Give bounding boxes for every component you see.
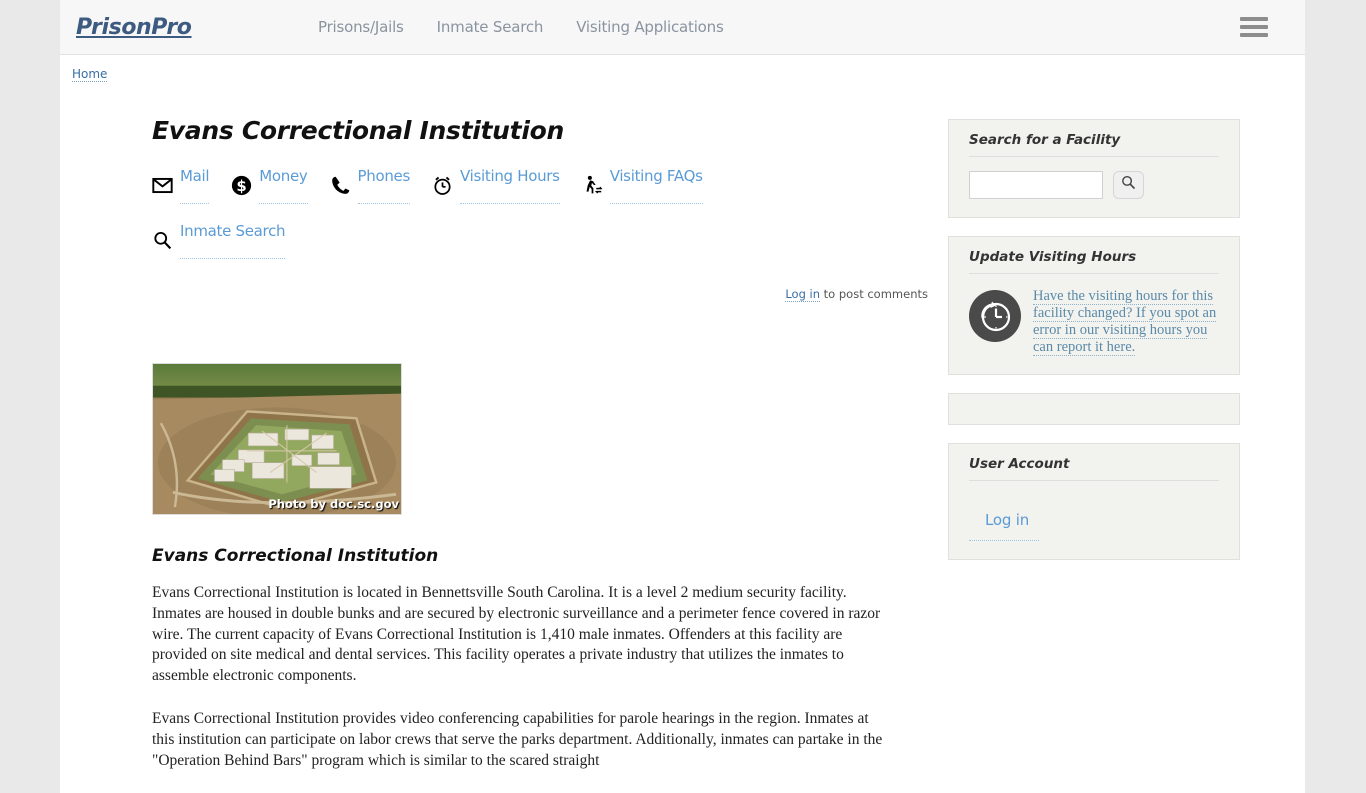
site-logo[interactable]: PrisonPro — [76, 15, 192, 40]
quick-link-label: Mail — [180, 167, 210, 204]
sidebar-user-account-title: User Account — [969, 456, 1219, 481]
sidebar-block-update-hours: Update Visiting Hours Have the visiting … — [948, 236, 1240, 375]
sidebar-block-empty — [948, 393, 1240, 425]
magnifier-icon — [152, 230, 173, 251]
facility-body-title: Evans Correctional Institution — [152, 546, 439, 566]
sidebar-block-user-account: User Account Log in — [948, 443, 1240, 560]
alarm-clock-icon — [432, 175, 453, 196]
nav-item-visiting-applications[interactable]: Visiting Applications — [576, 18, 724, 36]
quick-link-visiting-faqs[interactable]: Visiting FAQs — [582, 167, 703, 204]
page-container: PrisonPro Prisons/Jails Inmate Search Vi… — [60, 0, 1305, 793]
update-visiting-hours-link[interactable]: Have the visiting hours for this facilit… — [1033, 288, 1219, 356]
dollar-circle-icon: $ — [231, 175, 252, 196]
svg-text:$: $ — [237, 177, 247, 195]
walking-person-icon — [582, 175, 603, 196]
clock-refresh-icon — [969, 290, 1021, 342]
login-link-underline — [969, 540, 1039, 541]
sidebar-update-title: Update Visiting Hours — [969, 249, 1219, 274]
quick-link-mail[interactable]: Mail — [152, 167, 210, 204]
comment-login-note: Log in to post comments — [152, 287, 940, 302]
search-input[interactable] — [969, 171, 1103, 199]
facility-quick-links-row2: Inmate Search — [152, 222, 852, 281]
sidebar-update-row: Have the visiting hours for this facilit… — [969, 288, 1219, 356]
quick-link-label: Visiting Hours — [460, 167, 560, 204]
sidebar-search-row — [969, 171, 1219, 199]
facility-photo-container: Photo by doc.sc.gov — [152, 363, 402, 515]
page-title: Evans Correctional Institution — [152, 116, 564, 145]
site-header: PrisonPro Prisons/Jails Inmate Search Vi… — [60, 0, 1305, 55]
comment-note-text: to post comments — [820, 287, 928, 301]
quick-link-phones[interactable]: Phones — [330, 167, 410, 204]
quick-link-visiting-hours[interactable]: Visiting Hours — [432, 167, 560, 204]
nav-item-inmate-search[interactable]: Inmate Search — [437, 18, 544, 36]
hamburger-bar — [1240, 25, 1268, 29]
hamburger-bar — [1240, 33, 1268, 37]
search-submit-button[interactable] — [1113, 171, 1144, 199]
comment-login-link[interactable]: Log in — [785, 287, 821, 302]
search-icon — [1120, 174, 1137, 196]
update-visiting-hours-text: Have the visiting hours for this facilit… — [1033, 288, 1217, 356]
sidebar: Search for a Facility Update Visiting Ho… — [940, 81, 1240, 793]
sidebar-block-search: Search for a Facility — [948, 119, 1240, 218]
phone-icon — [330, 175, 351, 196]
facility-paragraph-1: Evans Correctional Institution is locate… — [152, 584, 881, 685]
facility-aerial-photo — [152, 363, 402, 515]
quick-link-label: Phones — [357, 167, 410, 204]
photo-credit: Photo by doc.sc.gov — [268, 497, 399, 511]
quick-link-label: Money — [259, 167, 308, 204]
facility-quick-links: Mail $ Money Phones Visiting Hours Visit… — [152, 167, 852, 226]
nav-item-prisons-jails[interactable]: Prisons/Jails — [318, 18, 404, 36]
main-navigation: Prisons/Jails Inmate Search Visiting App… — [318, 18, 724, 36]
quick-link-money[interactable]: $ Money — [231, 167, 308, 204]
envelope-icon — [152, 175, 173, 196]
breadcrumb: Home — [60, 55, 1305, 82]
sidebar-login-link[interactable]: Log in — [985, 511, 1029, 529]
hamburger-menu-icon[interactable] — [1240, 14, 1268, 40]
facility-paragraph-2: Evans Correctional Institution provides … — [152, 709, 883, 769]
sidebar-search-title: Search for a Facility — [969, 132, 1219, 157]
main-content: Evans Correctional Institution Mail $ Mo… — [60, 81, 940, 793]
hamburger-bar — [1240, 17, 1268, 21]
breadcrumb-home-link[interactable]: Home — [72, 67, 108, 82]
quick-link-label: Visiting FAQs — [609, 167, 703, 204]
quick-link-inmate-search[interactable]: Inmate Search — [152, 222, 286, 259]
quick-link-label: Inmate Search — [180, 222, 286, 259]
page-layout: Evans Correctional Institution Mail $ Mo… — [60, 81, 1305, 793]
